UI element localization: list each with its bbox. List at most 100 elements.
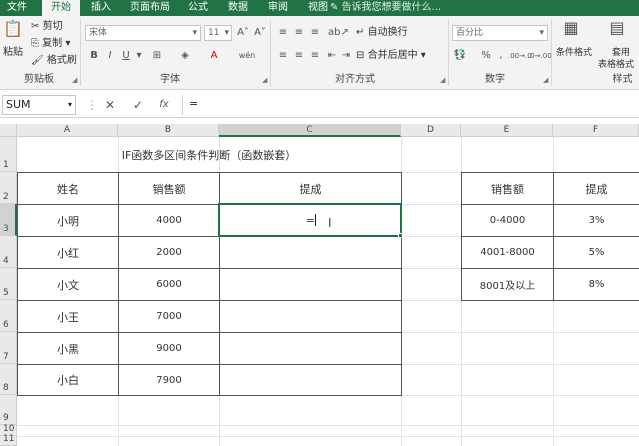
font-launcher-icon[interactable]: ◢: [262, 76, 267, 84]
enter-button[interactable]: ✓: [130, 96, 146, 114]
alignment-launcher-icon[interactable]: ◢: [440, 76, 445, 84]
cancel-button[interactable]: ✕: [102, 96, 118, 114]
insert-function-button[interactable]: fx: [156, 96, 172, 114]
sales-cell[interactable]: 6000: [119, 269, 219, 300]
decrease-decimal-button[interactable]: .0→.00: [528, 49, 552, 63]
conditional-format-button[interactable]: 条件格式: [556, 46, 592, 60]
name-cell[interactable]: 小文: [18, 269, 118, 300]
column-header-b[interactable]: B: [118, 124, 219, 137]
align-right-icon[interactable]: ≡: [308, 49, 322, 63]
cut-button[interactable]: ✂ 剪切: [31, 20, 63, 34]
row-number: 5: [3, 288, 9, 298]
header-name-cell[interactable]: 姓名: [18, 173, 118, 204]
font-size-box[interactable]: 11 ▾: [204, 25, 232, 41]
name-cell[interactable]: 小红: [18, 237, 118, 268]
orientation-icon[interactable]: ab↗: [328, 26, 349, 40]
tab-home[interactable]: 开始: [42, 0, 80, 16]
column-header-c[interactable]: C: [219, 124, 401, 137]
lookup-range-cell[interactable]: 8001及以上: [462, 269, 553, 300]
fill-color-icon[interactable]: ◈: [178, 49, 192, 63]
align-middle-icon[interactable]: ≡: [292, 26, 306, 40]
header-sales-cell[interactable]: 销售额: [119, 173, 219, 204]
wrap-text-button[interactable]: ↵ 自动换行: [356, 26, 408, 40]
number-format-box[interactable]: 百分比 ▾: [452, 25, 548, 41]
lookup-rate-cell[interactable]: 8%: [554, 269, 639, 300]
styles-group-label: 样式: [612, 74, 633, 85]
row-header-5[interactable]: 5: [0, 268, 17, 300]
row-header-7[interactable]: 7: [0, 332, 17, 364]
tab-review[interactable]: 审阅: [262, 0, 294, 16]
tab-insert[interactable]: 插入: [84, 0, 118, 16]
lookup-rate-cell[interactable]: 3%: [554, 205, 639, 236]
name-cell[interactable]: 小白: [18, 365, 118, 395]
lookup-range-cell[interactable]: 4001-8000: [462, 237, 553, 268]
formula-input[interactable]: =: [182, 95, 637, 115]
bold-button[interactable]: B: [88, 49, 100, 63]
grow-font-button[interactable]: A˄: [236, 26, 250, 40]
align-center-icon[interactable]: ≡: [292, 49, 306, 63]
number-launcher-icon[interactable]: ◢: [543, 76, 548, 84]
percent-button[interactable]: %: [480, 49, 492, 63]
lookup-rate-cell[interactable]: 5%: [554, 237, 639, 268]
column-header-d[interactable]: D: [401, 124, 461, 137]
column-header-a[interactable]: A: [17, 124, 118, 137]
conditional-format-icon[interactable]: ▦: [560, 20, 582, 36]
align-bottom-icon[interactable]: ≡: [308, 26, 322, 40]
row-header-8[interactable]: 8: [0, 364, 17, 395]
borders-icon[interactable]: ⊞: [150, 49, 164, 63]
phonetic-button[interactable]: wén: [236, 49, 258, 63]
paste-icon[interactable]: 📋: [3, 21, 23, 42]
sales-cell[interactable]: 2000: [119, 237, 219, 268]
font-name-box[interactable]: 宋体 ▾: [85, 25, 201, 41]
tell-me-search[interactable]: ✎ 告诉我您想要做什么...: [330, 0, 441, 16]
accounting-format-icon[interactable]: 💱: [452, 49, 468, 63]
underline-button[interactable]: U: [120, 49, 132, 63]
row-header-3[interactable]: 3: [0, 204, 17, 236]
column-header-f[interactable]: F: [553, 124, 639, 137]
shrink-font-button[interactable]: A˅: [253, 26, 267, 40]
row-header-6[interactable]: 6: [0, 300, 17, 332]
tab-page-layout[interactable]: 页面布局: [124, 0, 176, 16]
paste-button[interactable]: 粘贴: [3, 46, 23, 60]
increase-indent-icon[interactable]: ⇥: [340, 49, 352, 63]
sheet-title-cell[interactable]: IF函数多区间条件判断（函数嵌套）: [18, 138, 400, 171]
format-painter-button[interactable]: 🖌 格式刷: [31, 54, 77, 68]
select-all-corner[interactable]: [0, 124, 17, 137]
name-cell[interactable]: 小王: [18, 301, 118, 332]
header-commission-cell[interactable]: 提成: [220, 173, 401, 204]
lookup-header-sales[interactable]: 销售额: [462, 173, 553, 204]
lookup-range-cell[interactable]: 0-4000: [462, 205, 553, 236]
align-left-icon[interactable]: ≡: [276, 49, 290, 63]
merge-center-button[interactable]: ⊟ 合并后居中 ▾: [356, 49, 426, 63]
lookup-header-commission[interactable]: 提成: [554, 173, 639, 204]
sales-cell[interactable]: 4000: [119, 205, 219, 236]
name-cell[interactable]: 小黑: [18, 333, 118, 364]
commission-cell-editing[interactable]: =: [220, 205, 401, 236]
table-format-button-line2[interactable]: 表格格式: [598, 58, 634, 72]
row-header-11[interactable]: 11: [0, 434, 17, 446]
sales-cell[interactable]: 7000: [119, 301, 219, 332]
italic-button[interactable]: I: [104, 49, 116, 63]
name-box[interactable]: SUM ▾: [2, 95, 76, 115]
row-header-9[interactable]: 9: [0, 395, 17, 425]
chevron-down-icon[interactable]: ▾: [134, 49, 144, 63]
sales-cell[interactable]: 9000: [119, 333, 219, 364]
increase-decimal-button[interactable]: .00→.0: [508, 49, 532, 63]
sales-cell[interactable]: 7900: [119, 365, 219, 395]
align-top-icon[interactable]: ≡: [276, 26, 290, 40]
tab-data[interactable]: 数据: [222, 0, 254, 16]
clipboard-launcher-icon[interactable]: ◢: [72, 76, 77, 84]
decrease-indent-icon[interactable]: ⇤: [326, 49, 338, 63]
font-color-button[interactable]: A: [208, 49, 220, 63]
tab-formulas[interactable]: 公式: [182, 0, 214, 16]
tab-file[interactable]: 文件: [0, 0, 34, 16]
copy-button[interactable]: ⎘ 复制 ▾: [31, 37, 70, 51]
table-format-icon[interactable]: ▤: [606, 20, 628, 36]
name-cell[interactable]: 小明: [18, 205, 118, 236]
row-header-1[interactable]: 1: [0, 137, 17, 172]
fill-handle[interactable]: [398, 233, 403, 238]
row-header-2[interactable]: 2: [0, 172, 17, 204]
column-header-e[interactable]: E: [461, 124, 553, 137]
row-header-4[interactable]: 4: [0, 236, 17, 268]
comma-button[interactable]: ,: [496, 49, 506, 63]
